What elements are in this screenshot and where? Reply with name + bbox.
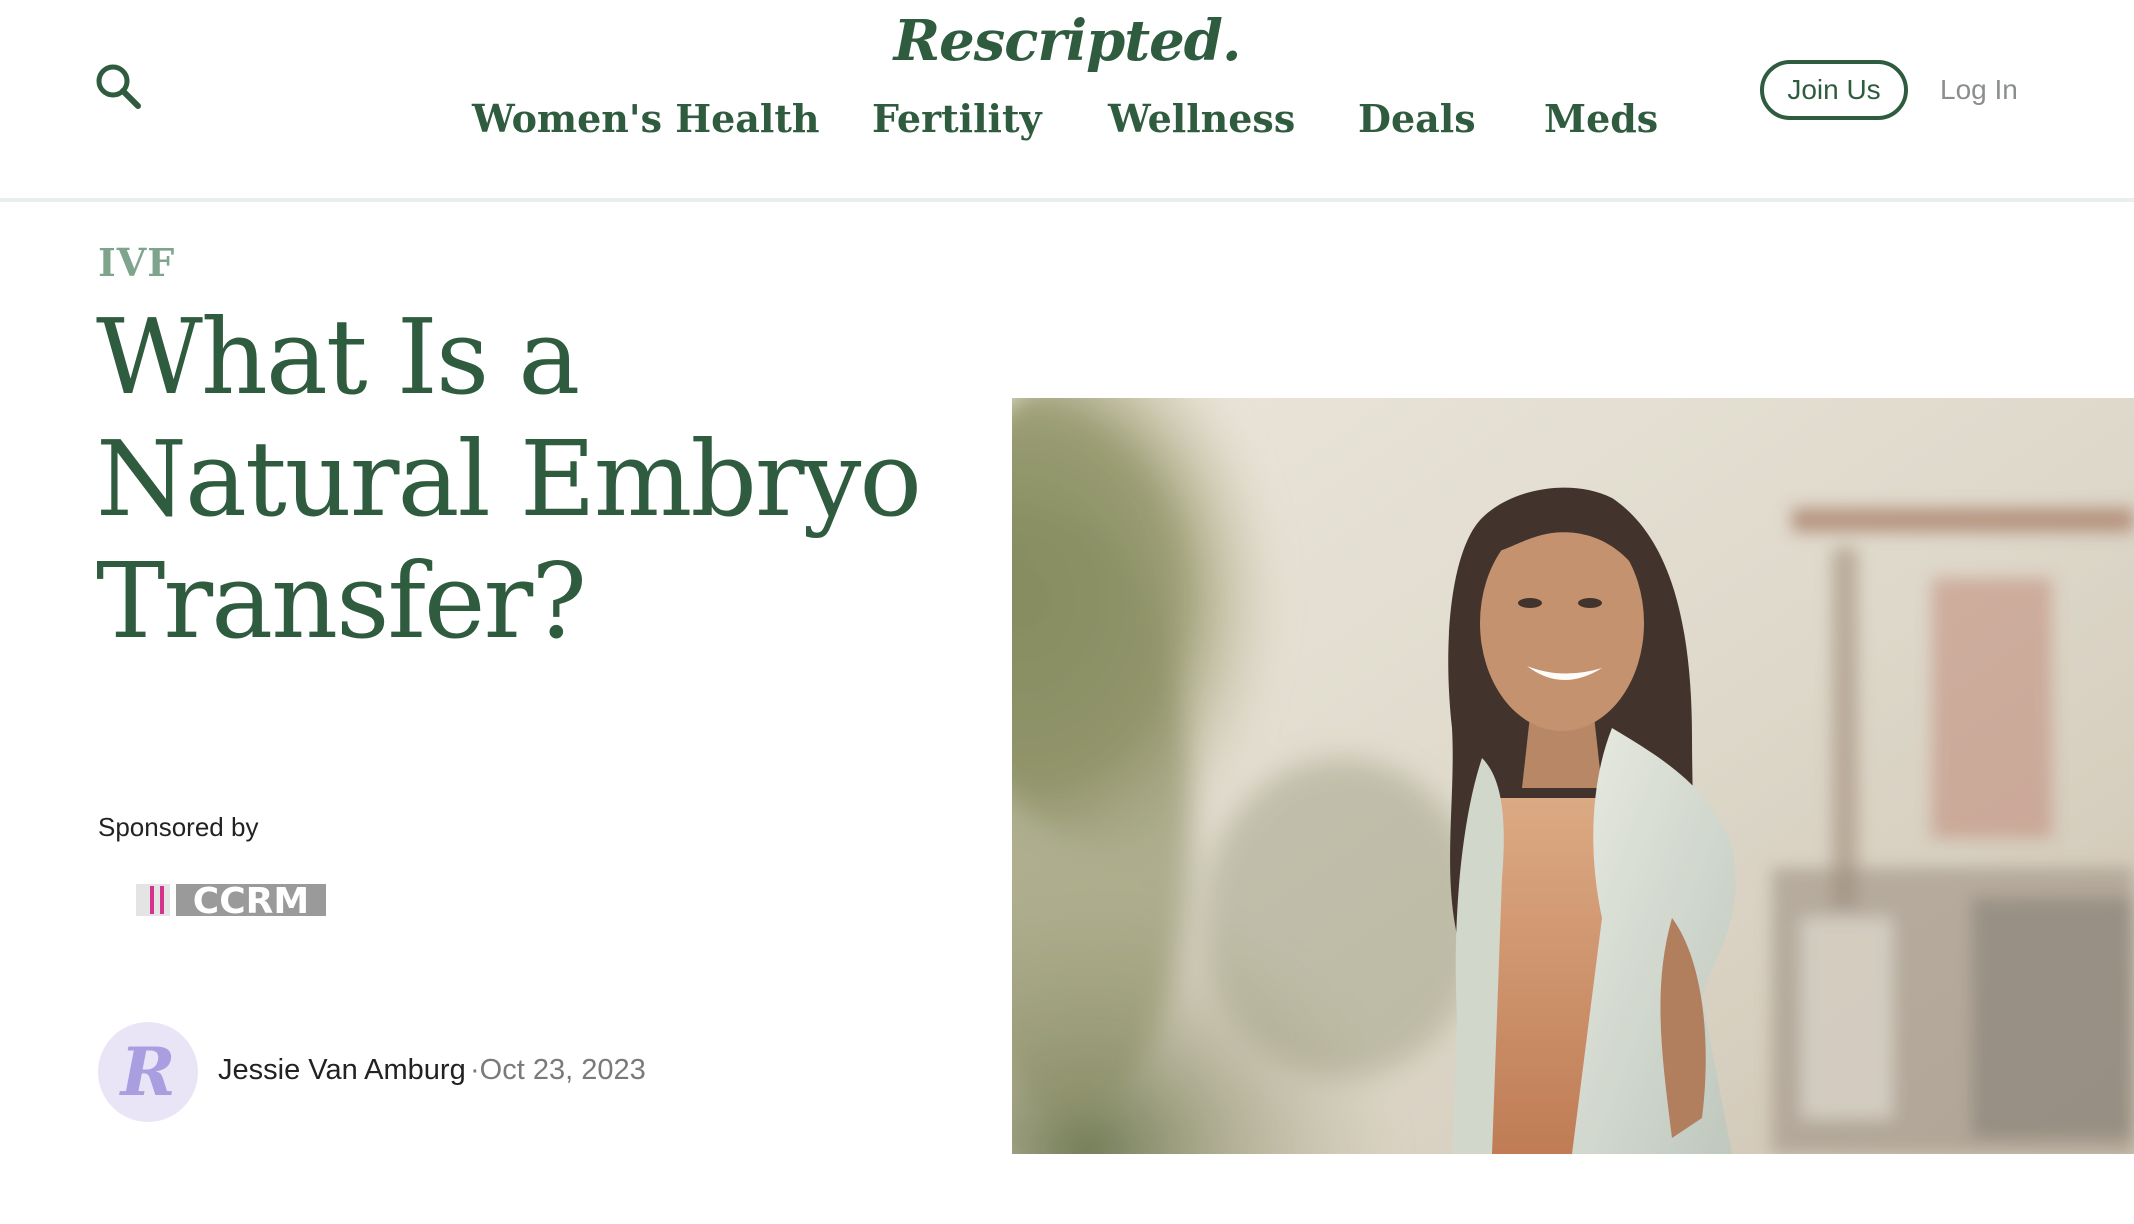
logo-text[interactable]: Rescripted. <box>894 8 1242 74</box>
nav-item-meds[interactable]: Meds <box>1544 96 1658 141</box>
page: Rescripted. Women's Health Fertility Wel… <box>0 0 2134 1224</box>
nav-item-fertility[interactable]: Fertility <box>872 96 1042 141</box>
nav-item-wellness[interactable]: Wellness <box>1108 96 1295 141</box>
site-header: Rescripted. Women's Health Fertility Wel… <box>0 0 2134 202</box>
ccrm-logo-icon: CCRM <box>136 881 326 922</box>
article-title: What Is a Natural Embryo Transfer? <box>96 296 922 662</box>
article-category[interactable]: IVF <box>98 240 175 285</box>
hero-image <box>1012 398 2134 1154</box>
avatar-letter: R <box>120 1033 176 1111</box>
sponsor-logo[interactable]: CCRM <box>136 880 326 922</box>
sponsor-name: CCRM <box>193 881 309 920</box>
login-link[interactable]: Log In <box>1940 74 2018 106</box>
author-avatar[interactable]: R <box>98 1022 198 1122</box>
author-name[interactable]: Jessie Van Amburg <box>218 1054 466 1087</box>
nav-item-womens-health[interactable]: Women's Health <box>472 96 820 141</box>
join-us-button[interactable]: Join Us <box>1760 60 1908 120</box>
hero-photo-woman-smiling <box>1012 398 2134 1154</box>
publish-date: ·Oct 23, 2023 <box>470 1054 646 1086</box>
sponsored-label: Sponsored by <box>98 812 259 842</box>
nav-item-deals[interactable]: Deals <box>1358 96 1476 141</box>
